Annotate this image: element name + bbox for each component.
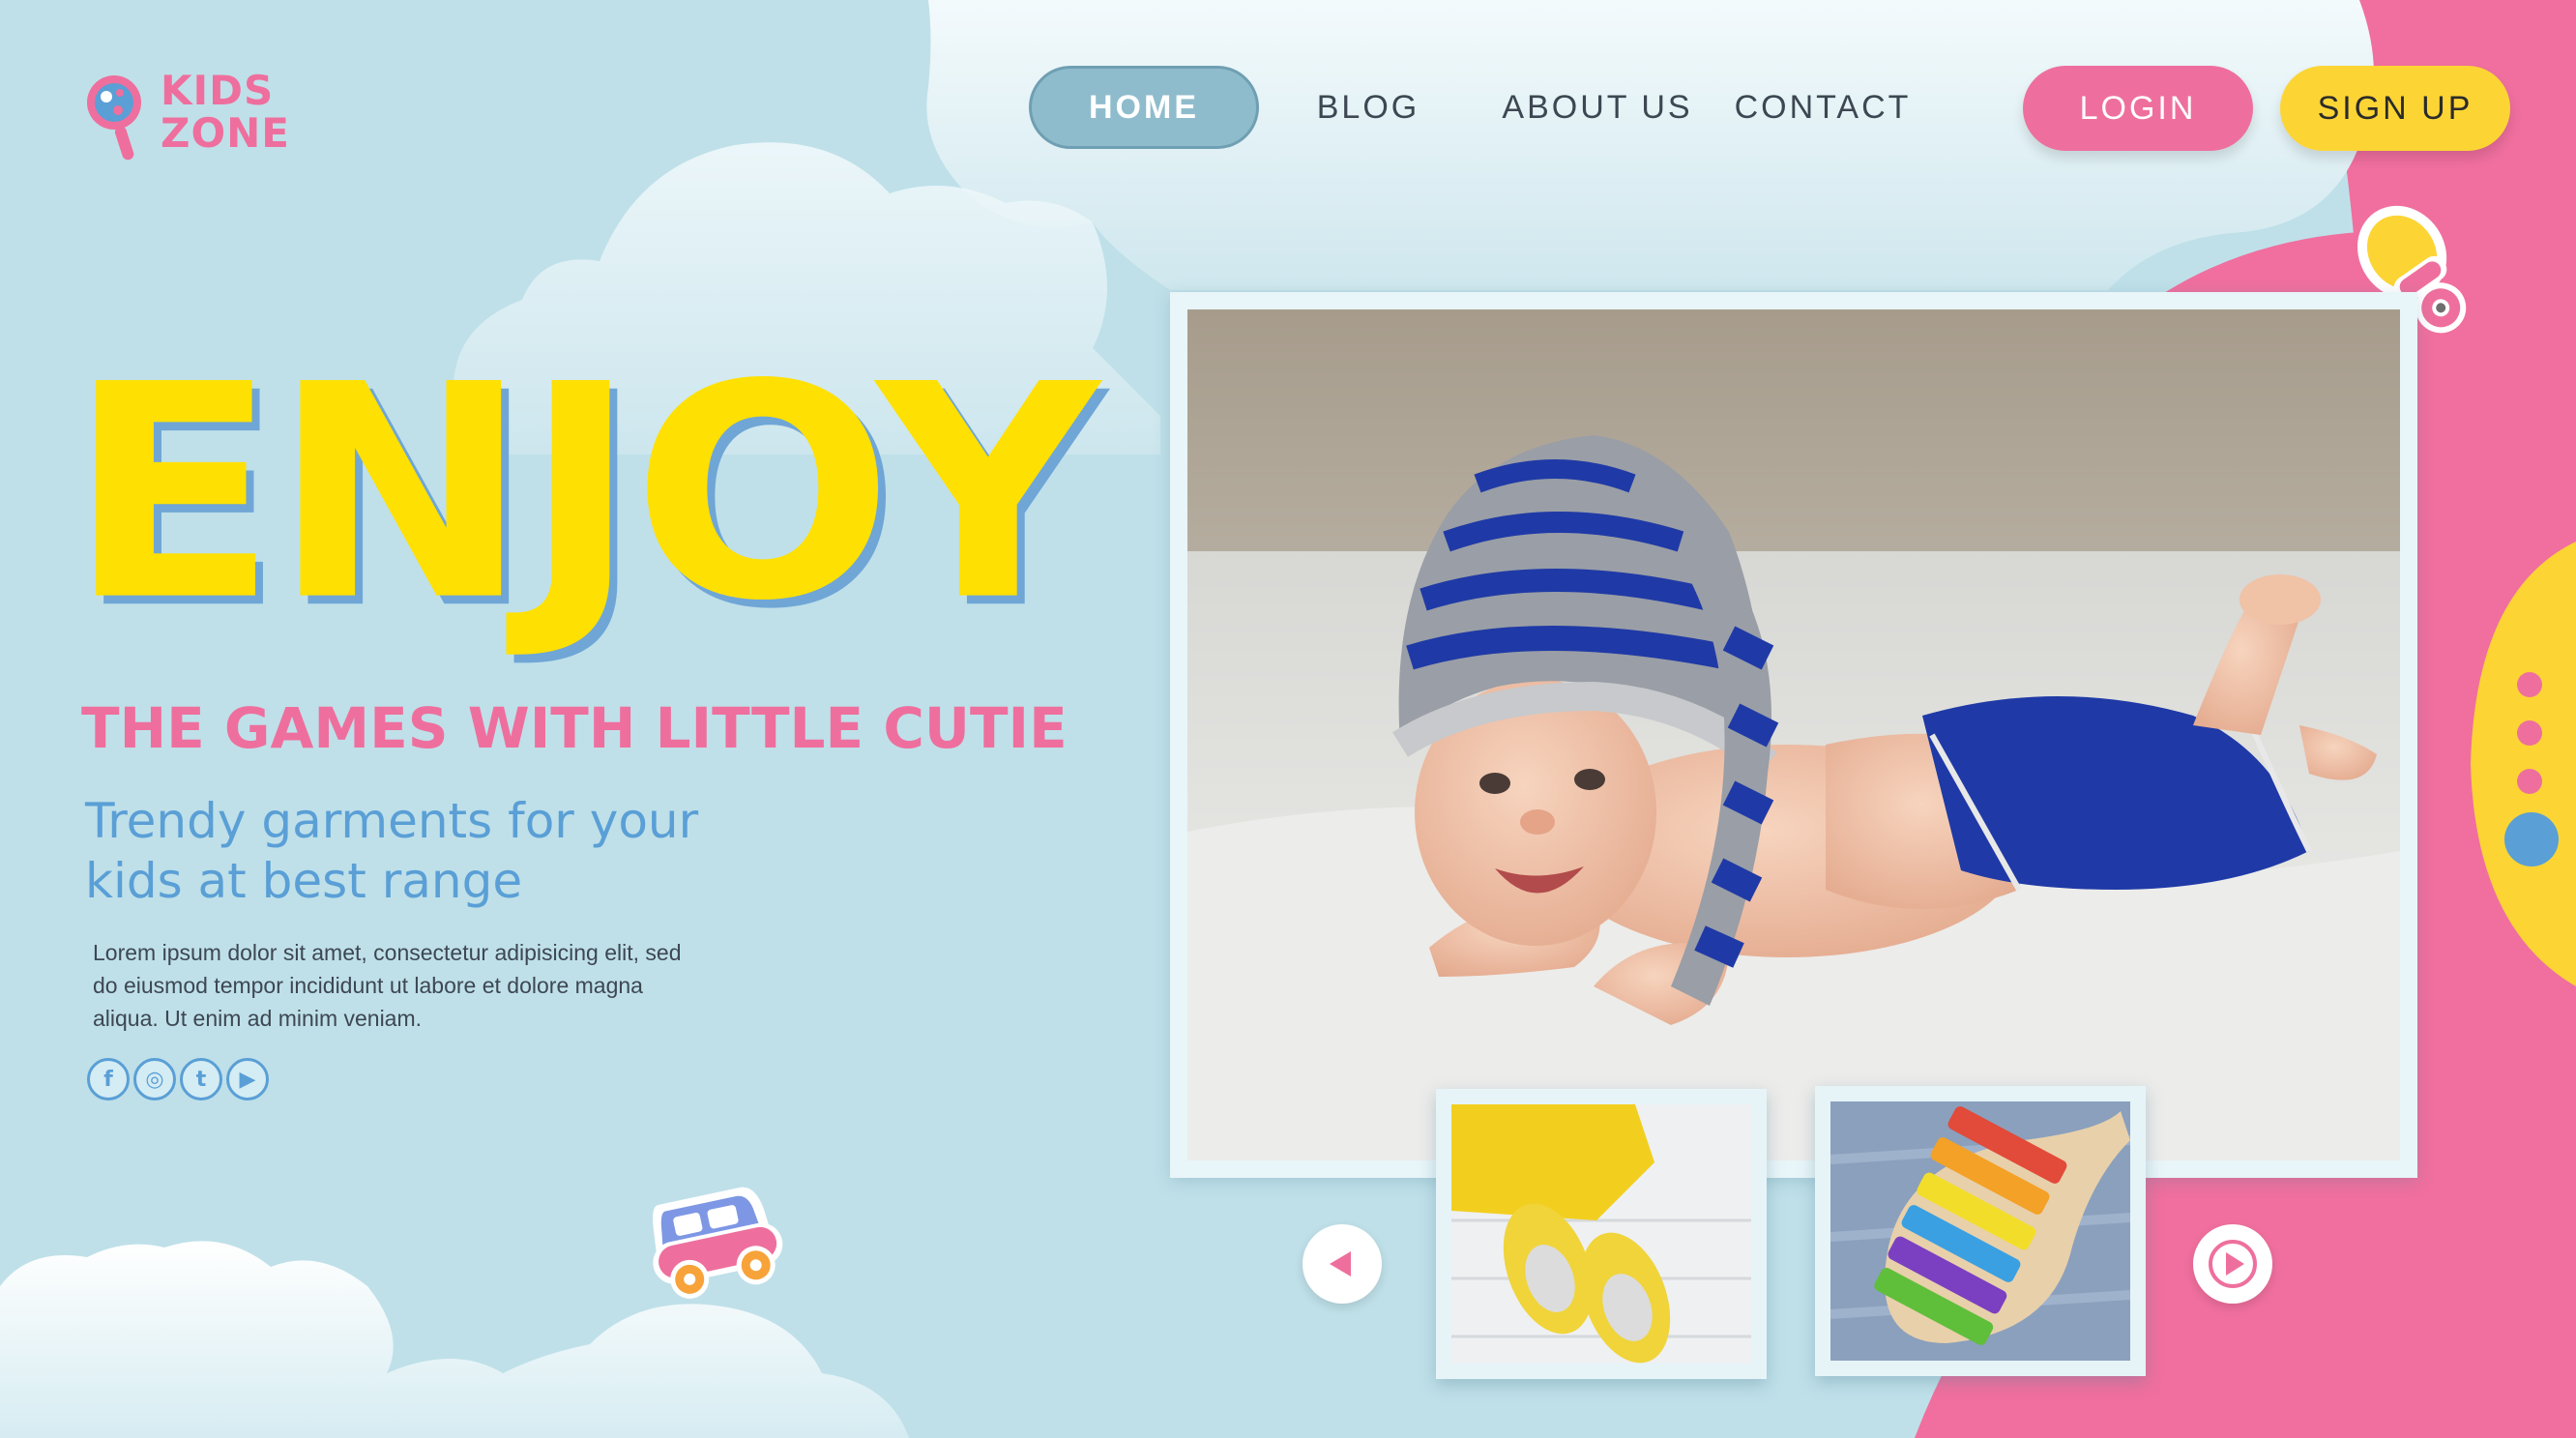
hero-tagline: THE GAMES WITH LITTLE CUTIE — [81, 695, 1068, 761]
signup-button[interactable]: SIGN UP — [2280, 66, 2510, 151]
arrow-left-icon — [1330, 1251, 1351, 1277]
hero-subtitle-line-2: kids at best range — [85, 853, 523, 909]
featured-photo-frame — [1170, 292, 2417, 1178]
nav-home[interactable]: HOME — [1029, 66, 1259, 149]
hero-description: Lorem ipsum dolor sit amet, consectetur … — [93, 936, 770, 1035]
nav-contact[interactable]: CONTACT — [1735, 66, 1909, 149]
next-arrow-button[interactable] — [2193, 1224, 2272, 1304]
brand-line-1: KIDS — [161, 67, 275, 114]
brand-line-2: ZONE — [161, 109, 290, 157]
thumbnail-shoes[interactable] — [1436, 1089, 1767, 1379]
previous-arrow-button[interactable] — [1303, 1224, 1382, 1304]
hero-description-line-3: aliqua. Ut enim ad minim veniam. — [93, 1006, 423, 1031]
brand-logo[interactable]: KIDS ZONE — [85, 68, 289, 164]
social-links: f ◎ t ▶ — [87, 1058, 269, 1101]
hero-subtitle-line-1: Trendy garments for your — [85, 793, 699, 849]
facebook-icon[interactable]: f — [87, 1058, 130, 1101]
hero-description-line-2: do eiusmod tempor incididunt ut labore e… — [93, 973, 643, 998]
baby-photo[interactable] — [1187, 309, 2400, 1160]
youtube-icon[interactable]: ▶ — [226, 1058, 269, 1101]
login-button[interactable]: LOGIN — [2023, 66, 2253, 151]
brand-name: KIDS ZONE — [161, 70, 290, 155]
play-icon — [2209, 1240, 2257, 1288]
rattle-icon — [87, 75, 141, 161]
landing-page: KIDS ZONE HOME BLOG ABOUT US CONTACT LOG… — [0, 0, 2576, 1438]
nav-blog[interactable]: BLOG — [1315, 66, 1421, 149]
toy-car-sticker — [653, 1187, 783, 1299]
instagram-icon[interactable]: ◎ — [133, 1058, 176, 1101]
shoes-photo — [1451, 1104, 1751, 1364]
thumbnail-xylophone[interactable] — [1815, 1086, 2146, 1376]
hero-headline: ENJOY — [68, 321, 1099, 665]
hero-subtitle: Trendy garments for your kids at best ra… — [85, 791, 781, 911]
hero-description-line-1: Lorem ipsum dolor sit amet, consectetur … — [93, 940, 682, 965]
xylophone-photo — [1830, 1101, 2130, 1361]
twitter-icon[interactable]: t — [180, 1058, 222, 1101]
nav-about-us[interactable]: ABOUT US — [1485, 66, 1710, 149]
